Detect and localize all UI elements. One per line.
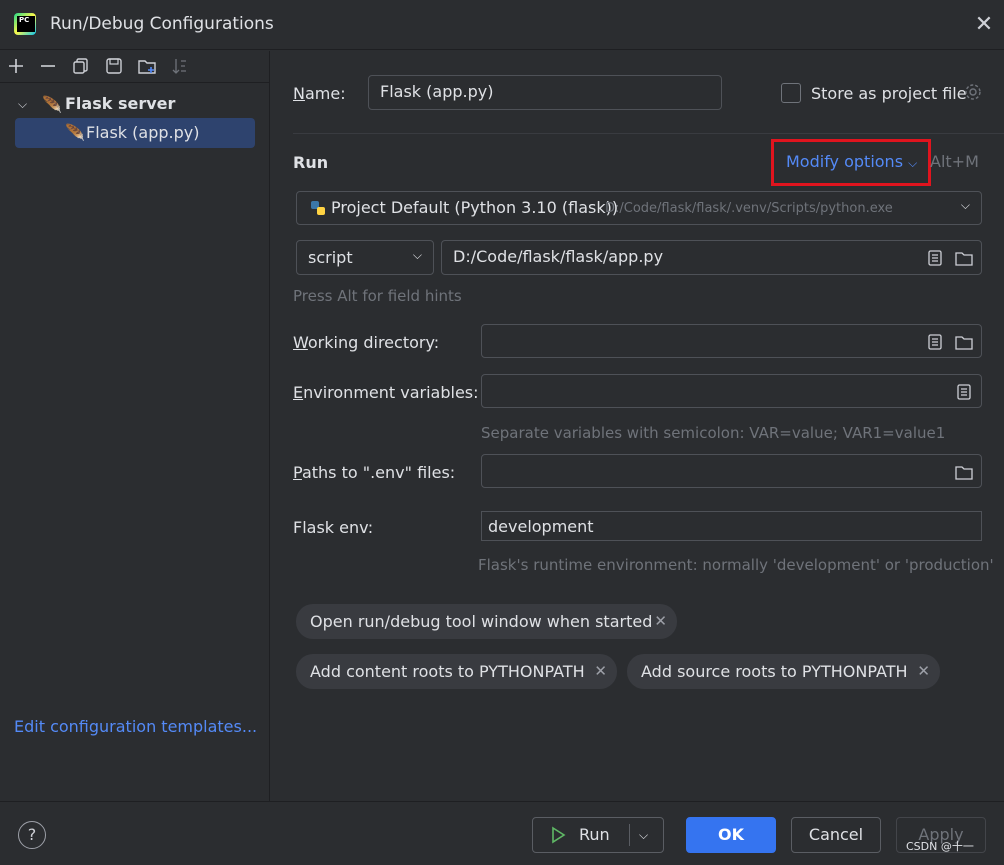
dotenv-label: Paths to ".env" files: (293, 463, 456, 482)
add-icon[interactable] (5, 55, 27, 77)
env-vars-field[interactable] (481, 374, 982, 408)
dotenv-field[interactable] (481, 454, 982, 488)
workdir-label: Working directory: (293, 333, 440, 352)
script-path-field[interactable]: D:/Code/flask/flask/app.py (441, 240, 982, 275)
env-vars-label: Environment variables: (293, 383, 479, 402)
tree-item-label: Flask (app.py) (86, 123, 200, 142)
store-project-checkbox[interactable] (781, 83, 801, 103)
chip-content-roots: Add content roots to PYTHONPATH ✕ (296, 654, 617, 689)
workdir-field[interactable] (481, 324, 982, 358)
help-button[interactable]: ? (18, 821, 46, 849)
new-folder-icon[interactable] (136, 55, 158, 77)
play-icon (549, 818, 567, 856)
list-icon[interactable] (955, 383, 973, 401)
cancel-button[interactable]: Cancel (791, 817, 881, 853)
watermark: CSDN @十一 (906, 840, 974, 853)
tree-group-flask-server[interactable]: ⌵ 🪶 Flask server (0, 91, 270, 119)
gear-icon[interactable] (963, 82, 983, 106)
title-bar: Run/Debug Configurations ✕ (0, 0, 1004, 50)
name-label: Name: (293, 84, 346, 103)
remove-icon[interactable] (37, 55, 59, 77)
python-icon (309, 199, 327, 221)
run-button[interactable]: Run ⌵ (532, 817, 664, 853)
divider (293, 133, 1004, 134)
name-field[interactable]: Flask (app.py) (368, 75, 722, 110)
flask-icon: 🪶 (65, 123, 85, 142)
script-type-value: script (308, 248, 353, 267)
close-icon[interactable]: ✕ (972, 13, 996, 37)
ok-button[interactable]: OK (686, 817, 776, 853)
chevron-down-icon[interactable]: ⌵ (639, 818, 648, 852)
copy-icon[interactable] (70, 55, 92, 77)
chevron-down-icon[interactable]: ⌵ (18, 97, 27, 112)
chip-open-tool-window: Open run/debug tool window when started … (296, 604, 677, 639)
configuration-form: Name: Flask (app.py) Store as project fi… (271, 51, 1004, 801)
interpreter-path: D:/Code/flask/flask/.venv/Scripts/python… (605, 201, 893, 216)
tree-group-label: Flask server (65, 94, 176, 113)
chip-source-roots: Add source roots to PYTHONPATH ✕ (627, 654, 940, 689)
flask-env-label: Flask env: (293, 518, 374, 537)
list-icon[interactable] (926, 333, 944, 351)
list-icon[interactable] (926, 249, 944, 267)
folder-icon[interactable] (955, 333, 973, 351)
tree-item-flask-app[interactable]: 🪶 Flask (app.py) (0, 120, 270, 148)
folder-icon[interactable] (955, 249, 973, 267)
run-section-title: Run (293, 153, 329, 172)
flask-env-hint: Flask's runtime environment: normally 'd… (478, 556, 994, 574)
close-icon[interactable]: ✕ (654, 612, 667, 630)
chevron-down-icon: ⌵ (908, 156, 918, 170)
footer: ? Run ⌵ OK Cancel Apply (0, 801, 1004, 865)
separator (629, 824, 630, 846)
field-hint: Press Alt for field hints (293, 287, 462, 305)
flask-env-field[interactable]: development (481, 511, 982, 541)
modify-options-link[interactable]: Modify options ⌵ (786, 152, 917, 171)
env-vars-hint: Separate variables with semicolon: VAR=v… (481, 424, 946, 442)
edit-templates-link[interactable]: Edit configuration templates... (14, 717, 257, 736)
close-icon[interactable]: ✕ (594, 662, 607, 680)
sort-icon (169, 55, 191, 77)
folder-icon[interactable] (955, 463, 973, 481)
chevron-down-icon: ⌵ (412, 248, 422, 262)
modify-shortcut: Alt+M (930, 152, 979, 171)
close-icon[interactable]: ✕ (917, 662, 930, 680)
window-title: Run/Debug Configurations (50, 14, 274, 34)
save-icon[interactable] (103, 55, 125, 77)
sidebar: ⌵ 🪶 Flask server (0, 51, 270, 801)
sidebar-toolbar (0, 51, 270, 83)
script-type-select[interactable]: script ⌵ (296, 240, 434, 275)
store-project-label: Store as project file (811, 84, 967, 103)
interpreter-select[interactable]: Project Default (Python 3.10 (flask)) D:… (296, 191, 982, 225)
pycharm-logo-icon (14, 13, 36, 35)
flask-icon: 🪶 (42, 95, 62, 114)
chevron-down-icon: ⌵ (960, 198, 970, 212)
interpreter-name: Project Default (Python 3.10 (flask)) (331, 198, 619, 217)
